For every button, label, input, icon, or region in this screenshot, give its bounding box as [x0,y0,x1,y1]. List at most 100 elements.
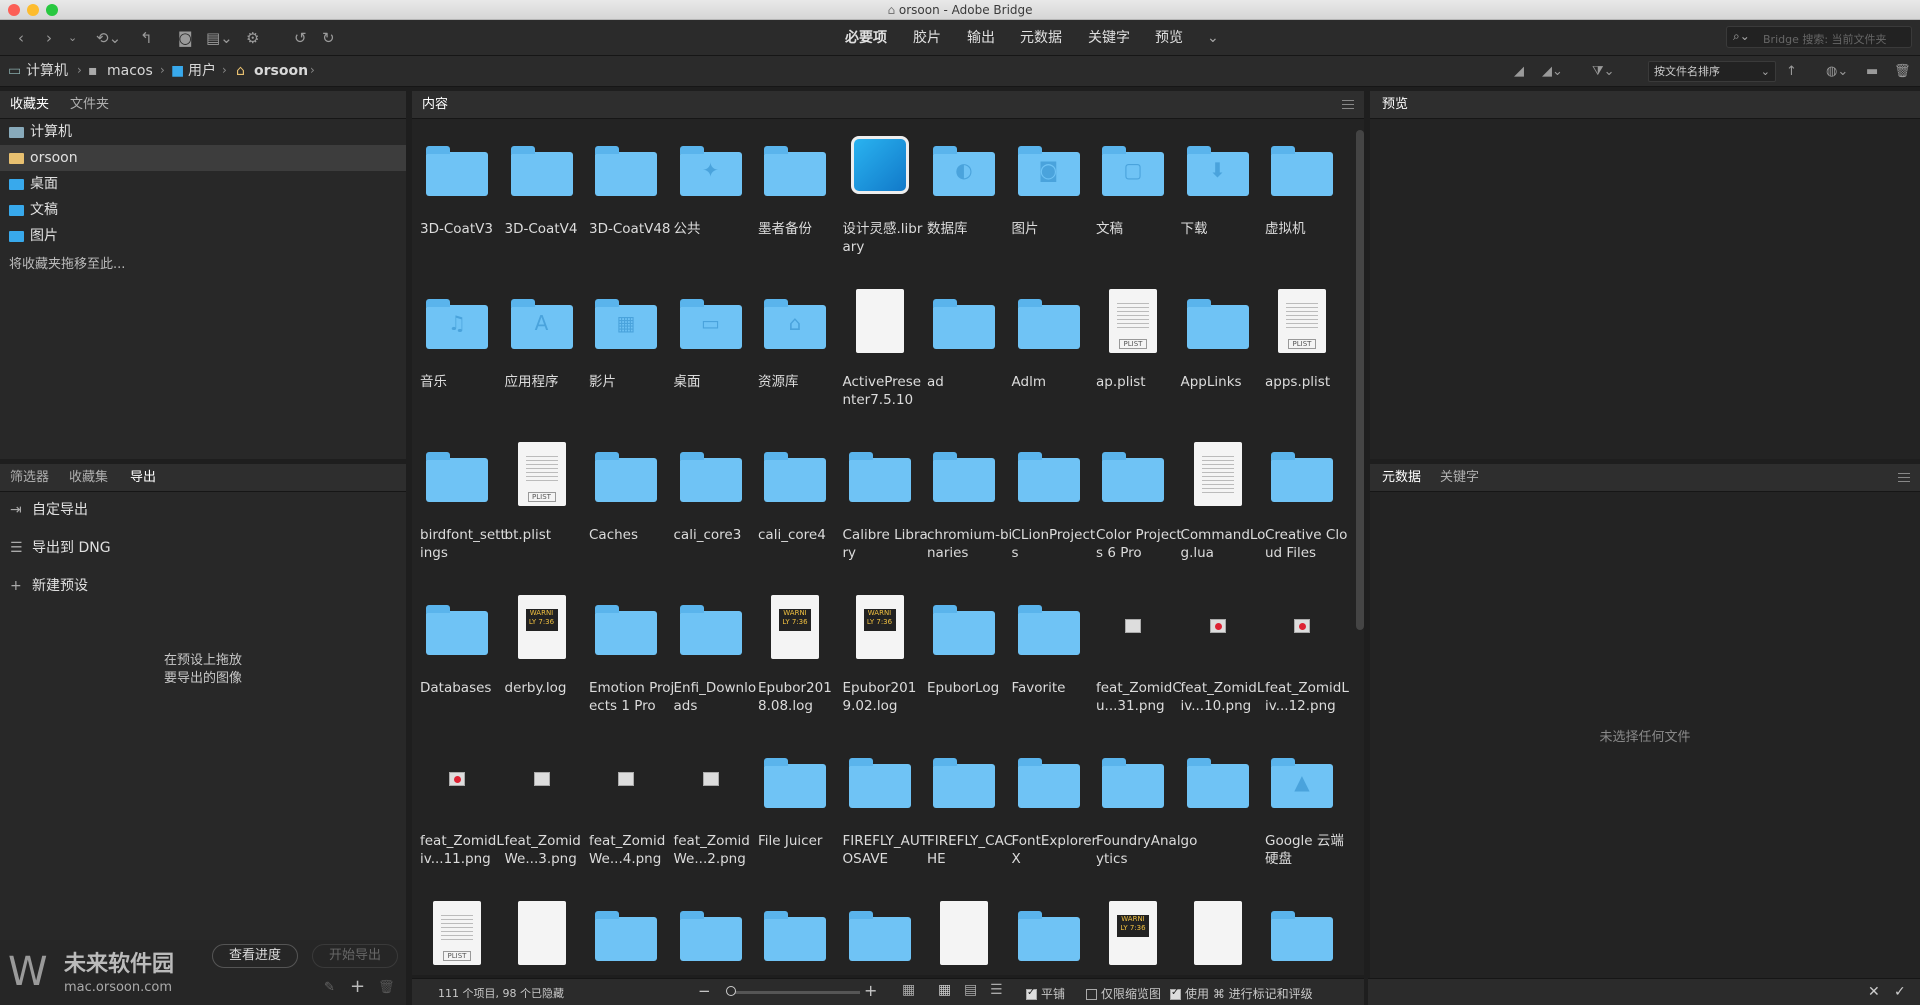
file-thumbnail[interactable] [671,589,748,665]
file-thumbnail[interactable]: ◙ [1009,130,1086,206]
file-thumbnail[interactable] [418,130,494,206]
tab-metadata[interactable]: 元数据 [1382,470,1421,486]
tab-collections[interactable]: 收藏集 [69,470,108,486]
detail-view-icon[interactable]: ▤ [964,982,977,998]
file-item[interactable]: WARNI LY 7:36 Epubor2019.02.log [835,577,919,727]
zoom-out-icon[interactable]: − [698,982,711,1000]
file-thumbnail[interactable] [756,895,832,971]
file-item[interactable]: FoundryAnalytics [1088,730,1181,880]
search-input[interactable]: Bridge 搜索: 当前文件夹 [1763,31,1887,47]
file-item[interactable]: Favorite [1004,577,1088,727]
file-item[interactable]: 虚拟机 [1257,118,1341,268]
file-item[interactable]: ActivePresenter7.5.10 [835,271,921,421]
file-item[interactable]: PLIST bt.plist [497,424,581,574]
file-thumbnail[interactable]: A [502,283,579,359]
export-item-dng[interactable]: ☰ 导出到 DNG [10,538,111,558]
file-thumbnail[interactable]: PLIST [1263,283,1339,359]
zoom-in-icon[interactable]: + [864,981,877,1000]
file-thumbnail[interactable] [1263,589,1339,665]
file-item[interactable]: ⌂ 资源库 [750,271,834,421]
file-thumbnail[interactable] [1263,130,1339,206]
file-item[interactable]: CLionProjects [1004,424,1095,574]
tile-checkbox[interactable] [1026,987,1037,1000]
start-export-button[interactable]: 开始导出 [312,944,398,968]
trash-icon[interactable]: 🗑 [378,980,395,995]
file-thumbnail[interactable] [840,436,917,512]
delete-icon[interactable]: 🗑 [1894,62,1911,82]
file-item[interactable]: ▢ 文稿 [1088,118,1172,268]
file-thumbnail[interactable]: ⬇ [1178,130,1255,206]
add-preset-icon[interactable]: + [350,976,365,997]
file-item[interactable]: cali_core3 [666,424,750,574]
new-folder-icon[interactable]: ▬ [1866,62,1878,82]
file-thumbnail[interactable] [502,895,579,971]
refine-icon[interactable]: ▤⌄ [206,28,233,48]
tab-keywords[interactable]: 关键字 [1440,470,1479,486]
favorite-item-computer[interactable]: 计算机 [0,119,406,145]
file-thumbnail[interactable] [925,283,1001,359]
file-thumbnail[interactable] [1263,895,1339,971]
workspace-filmstrip[interactable]: 胶片 [913,29,941,47]
file-thumbnail[interactable]: PLIST [1094,283,1170,359]
export-item-new-preset[interactable]: + 新建预设 [10,576,88,596]
file-item[interactable]: Databases [412,577,496,727]
use-cmd-toggle[interactable]: 使用 ⌘ 进行标记和评级 [1170,985,1313,1002]
boomerang-icon[interactable]: ↰ [140,28,153,48]
filter-icon[interactable]: ⧩⌄ [1592,62,1615,82]
file-item[interactable]: Color Projects 6 Pro [1088,424,1182,574]
file-item[interactable]: File Juicer [750,730,834,880]
file-item[interactable]: go [1173,730,1257,880]
file-item[interactable]: Emotion Projects 1 Pro [581,577,674,727]
open-recent-icon[interactable]: ◍⌄ [1826,62,1848,82]
file-item[interactable]: ✦ 公共 [666,118,750,268]
file-item[interactable] [497,883,581,973]
file-item[interactable]: chromium-binaries [919,424,1012,574]
file-thumbnail[interactable]: ▭ [671,283,748,359]
file-item[interactable]: feat_ZomidLiv...10.png [1173,577,1264,727]
file-thumbnail[interactable] [1178,436,1255,512]
file-thumbnail[interactable] [756,130,832,206]
close-window-button[interactable] [8,4,20,16]
file-thumbnail[interactable] [671,742,748,818]
workspace-metadata[interactable]: 元数据 [1020,29,1062,47]
file-thumbnail[interactable] [671,895,748,971]
file-item[interactable]: ▲ Google 云端硬盘 [1257,730,1344,880]
zoom-window-button[interactable] [46,4,58,16]
favorite-item-pictures[interactable]: 图片 [0,223,406,249]
edit-icon[interactable]: ✎ [324,980,335,995]
favorite-item-documents[interactable]: 文稿 [0,197,406,223]
tab-favorites[interactable]: 收藏夹 [10,97,49,113]
file-item[interactable] [1004,883,1088,973]
file-thumbnail[interactable]: ✦ [671,130,748,206]
rating-filter-icon[interactable]: ◢⌄ [1542,62,1563,82]
workspace-output[interactable]: 输出 [967,29,995,47]
file-item[interactable]: 设计灵感.library [835,118,922,268]
file-item[interactable]: Adlm [1004,271,1088,421]
file-thumbnail[interactable] [1009,589,1086,665]
slider-handle[interactable] [726,986,736,996]
file-thumbnail[interactable] [1263,436,1339,512]
file-item[interactable]: FIREFLY_CACHE [919,730,1013,880]
file-thumbnail[interactable] [1178,742,1255,818]
tab-filter[interactable]: 筛选器 [10,470,49,486]
file-thumbnail[interactable] [840,742,917,818]
file-thumbnail[interactable]: ◐ [925,130,1001,206]
favorite-item-orsoon[interactable]: orsoon [0,145,406,171]
recent-icon[interactable]: ⟲⌄ [96,28,121,48]
file-item[interactable]: WARNI LY 7:36 [1088,883,1172,973]
file-item[interactable]: birdfont_settings [412,424,506,574]
file-thumbnail[interactable] [1009,895,1086,971]
breadcrumb-orsoon[interactable]: orsoon [254,63,308,79]
file-thumbnail[interactable] [418,742,494,818]
file-thumbnail[interactable]: WARNI LY 7:36 [756,589,832,665]
tile-toggle[interactable]: 平铺 [1026,985,1065,1002]
file-thumbnail[interactable]: ▦ [587,283,663,359]
grid-lock-icon[interactable]: ▦ [902,982,915,998]
file-item[interactable] [581,883,665,973]
rotate-right-icon[interactable]: ↻ [322,28,335,48]
file-thumbnail[interactable] [1094,436,1170,512]
file-item[interactable]: ▭ 桌面 [666,271,750,421]
panel-menu-icon[interactable] [1898,473,1910,482]
file-thumbnail[interactable]: ⌂ [756,283,832,359]
file-thumbnail[interactable] [925,742,1001,818]
